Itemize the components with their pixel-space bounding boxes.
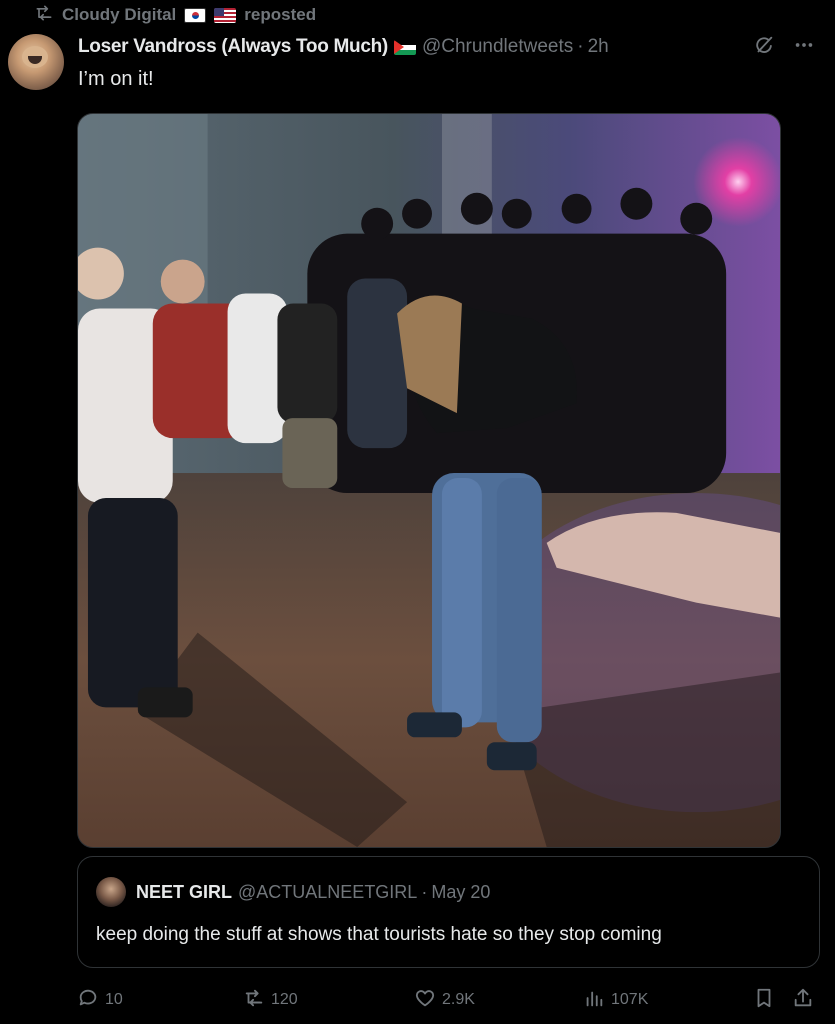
like-icon [414, 987, 436, 1014]
tweet-text: I’m on it! [78, 68, 154, 90]
reply-button[interactable]: 10 [77, 984, 123, 1016]
timestamp[interactable]: 2h [588, 36, 609, 58]
quote-header: NEET GIRL @ACTUALNEETGIRL · May 20 [96, 877, 490, 907]
south-korea-flag [184, 7, 207, 23]
repost-indicator: Cloudy Digital reposted [34, 4, 316, 26]
quote-display-name[interactable]: NEET GIRL [136, 882, 232, 903]
quote-tweet[interactable]: NEET GIRL @ACTUALNEETGIRL · May 20 keep … [77, 856, 820, 968]
share-icon [792, 987, 814, 1014]
handle[interactable]: @Chrundletweets [422, 36, 573, 58]
concert-photo-illustration [78, 114, 780, 847]
palestine-flag [393, 39, 416, 55]
repost-count: 120 [271, 991, 298, 1008]
separator: · [577, 36, 584, 57]
quote-separator: · [421, 881, 428, 902]
header-actions [753, 34, 815, 62]
avatar[interactable] [8, 34, 64, 90]
quote-handle[interactable]: @ACTUALNEETGIRL [238, 882, 417, 903]
views-count: 107K [611, 991, 649, 1008]
grok-icon[interactable] [753, 34, 775, 62]
quote-date[interactable]: May 20 [431, 882, 490, 903]
like-count: 2.9K [442, 991, 475, 1008]
bookmark-button[interactable] [753, 984, 775, 1016]
repost-user[interactable]: Cloudy Digital [62, 5, 176, 25]
views-icon [583, 987, 605, 1014]
quote-text: keep doing the stuff at shows that touri… [96, 924, 662, 945]
reply-icon [77, 987, 99, 1014]
views-button[interactable]: 107K [583, 984, 648, 1016]
action-bar: 10 120 2.9K 107K [77, 984, 820, 1016]
share-button[interactable] [792, 984, 814, 1016]
reply-count: 10 [105, 991, 123, 1008]
repost-button[interactable]: 120 [243, 984, 298, 1016]
timeline-post[interactable]: Cloudy Digital reposted Loser Vandross (… [0, 0, 835, 1024]
like-button[interactable]: 2.9K [414, 984, 475, 1016]
post-photo[interactable] [77, 113, 781, 848]
display-name[interactable]: Loser Vandross (Always Too Much) [78, 36, 388, 58]
bookmark-icon [753, 987, 775, 1014]
more-icon[interactable] [793, 34, 815, 62]
united-states-flag [214, 7, 237, 23]
repost-icon [243, 987, 265, 1014]
repost-icon [34, 3, 54, 28]
repost-label: reposted [244, 5, 317, 24]
quote-avatar[interactable] [96, 877, 126, 907]
post-header: Loser Vandross (Always Too Much) @Chrund… [78, 36, 815, 58]
